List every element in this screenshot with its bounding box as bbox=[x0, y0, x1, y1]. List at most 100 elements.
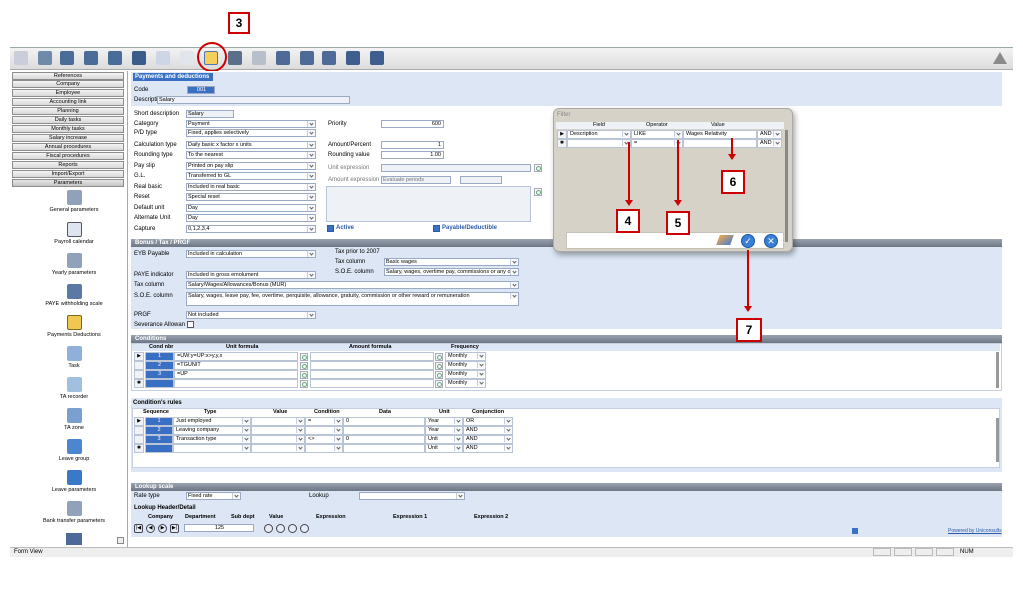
amount-formula-cell[interactable] bbox=[310, 361, 434, 370]
search-icon[interactable] bbox=[435, 362, 443, 370]
chevron-down-icon[interactable] bbox=[242, 445, 250, 451]
type-cell[interactable]: Just employed bbox=[173, 417, 251, 426]
frequency-cell[interactable]: Monthly bbox=[445, 370, 486, 379]
nav-fiscal-procedures[interactable]: Fiscal procedures bbox=[12, 152, 124, 160]
conjunction-cell[interactable]: AND bbox=[463, 435, 513, 444]
chevron-down-icon[interactable] bbox=[307, 130, 315, 136]
row-selector[interactable] bbox=[134, 370, 144, 379]
real-basic-select[interactable]: Included in real basic bbox=[186, 183, 316, 191]
lock-icon[interactable] bbox=[264, 524, 273, 533]
cond-nbr-cell[interactable]: 1 bbox=[145, 352, 174, 361]
data-cell[interactable]: 0 bbox=[343, 435, 425, 444]
row-selector[interactable]: ▶ bbox=[134, 352, 144, 361]
default-unit-select[interactable]: Day bbox=[186, 204, 316, 212]
chevron-down-icon[interactable] bbox=[510, 282, 518, 288]
filter-scrollbar[interactable] bbox=[785, 130, 788, 242]
chevron-down-icon[interactable] bbox=[334, 445, 342, 451]
nav-planning[interactable]: Planning bbox=[12, 107, 124, 115]
nav-ta-recorder[interactable]: TA recorder bbox=[24, 377, 124, 400]
chevron-down-icon[interactable] bbox=[477, 380, 485, 386]
amount-formula-cell[interactable] bbox=[310, 370, 434, 379]
sequence-cell[interactable]: 3 bbox=[145, 435, 173, 444]
delete-record-icon[interactable] bbox=[108, 51, 122, 65]
filter-field-cell[interactable]: Description bbox=[567, 130, 631, 139]
paye-indicator-select[interactable]: Included in gross emolument bbox=[186, 271, 316, 279]
new-row-selector[interactable]: ✱ bbox=[134, 444, 144, 453]
chevron-down-icon[interactable] bbox=[504, 436, 512, 442]
alt-unit-select[interactable]: Day bbox=[186, 214, 316, 222]
chevron-down-icon[interactable] bbox=[510, 259, 518, 265]
chevron-down-icon[interactable] bbox=[477, 371, 485, 377]
severance-checkbox[interactable] bbox=[187, 321, 194, 328]
unit-formula-cell[interactable]: =UP bbox=[174, 370, 298, 379]
chevron-down-icon[interactable] bbox=[307, 121, 315, 127]
nav-import-export[interactable]: Import/Export bbox=[12, 170, 124, 178]
value-cell[interactable] bbox=[251, 435, 305, 444]
chevron-down-icon[interactable] bbox=[454, 427, 462, 433]
chevron-down-icon[interactable] bbox=[307, 142, 315, 148]
conditions-scrollbar[interactable] bbox=[996, 352, 999, 388]
nav-leave-group[interactable]: Leave group bbox=[24, 439, 124, 462]
unit-cell[interactable]: Unit bbox=[425, 435, 463, 444]
chevron-down-icon[interactable] bbox=[307, 312, 315, 318]
nav-company[interactable]: Company bbox=[12, 80, 124, 88]
nav-payments-deductions[interactable]: Payments Deductions bbox=[24, 315, 124, 338]
sequence-cell[interactable]: 2 bbox=[145, 426, 173, 435]
chevron-down-icon[interactable] bbox=[773, 140, 781, 146]
chevron-down-icon[interactable] bbox=[510, 293, 518, 299]
type-cell[interactable] bbox=[173, 444, 251, 453]
evaluate-periods-field[interactable]: Evaluate periods bbox=[381, 176, 451, 184]
rounding-type-select[interactable]: To the nearest bbox=[186, 151, 316, 159]
chevron-down-icon[interactable] bbox=[456, 493, 464, 499]
value-cell[interactable] bbox=[251, 444, 305, 453]
history-icon[interactable] bbox=[288, 524, 297, 533]
chevron-down-icon[interactable] bbox=[242, 436, 250, 442]
undo-icon[interactable] bbox=[156, 51, 170, 65]
tree-icon[interactable] bbox=[38, 51, 52, 65]
chevron-down-icon[interactable] bbox=[296, 436, 304, 442]
chevron-down-icon[interactable] bbox=[454, 418, 462, 424]
unit-formula-cell[interactable] bbox=[174, 379, 298, 388]
new-row-selector[interactable]: ✱ bbox=[134, 379, 144, 388]
grid-view-icon[interactable] bbox=[300, 524, 309, 533]
chevron-down-icon[interactable] bbox=[504, 445, 512, 451]
search-icon[interactable] bbox=[534, 188, 542, 196]
apply-filter-button[interactable]: ✓ bbox=[741, 234, 755, 248]
chevron-down-icon[interactable] bbox=[477, 362, 485, 368]
search-icon[interactable] bbox=[300, 353, 308, 361]
scroll-down-icon[interactable] bbox=[117, 537, 124, 544]
chevron-down-icon[interactable] bbox=[334, 427, 342, 433]
sequence-cell[interactable] bbox=[145, 444, 173, 453]
info-icon[interactable] bbox=[276, 524, 285, 533]
preview-icon[interactable] bbox=[300, 51, 314, 65]
data-cell[interactable] bbox=[343, 444, 425, 453]
unit-cell[interactable]: Year bbox=[425, 417, 463, 426]
rules-scrollbar[interactable] bbox=[996, 418, 999, 462]
record-number-field[interactable]: 125 bbox=[184, 524, 254, 532]
amount-percent-field[interactable]: 1 bbox=[381, 141, 444, 149]
soe-right-select[interactable]: Salary, wages, overtime pay, commissions… bbox=[384, 268, 519, 276]
chevron-down-icon[interactable] bbox=[454, 436, 462, 442]
rounding-value-field[interactable]: 1.00 bbox=[381, 151, 444, 159]
chevron-down-icon[interactable] bbox=[296, 445, 304, 451]
priority-field[interactable]: 600 bbox=[381, 120, 444, 128]
chevron-down-icon[interactable] bbox=[504, 418, 512, 424]
conjunction-cell[interactable]: AND bbox=[463, 426, 513, 435]
chevron-down-icon[interactable] bbox=[307, 215, 315, 221]
cancel-filter-button[interactable]: ✕ bbox=[764, 234, 778, 248]
row-selector[interactable] bbox=[134, 426, 144, 435]
category-select[interactable]: Payment bbox=[186, 120, 316, 128]
chevron-down-icon[interactable] bbox=[773, 131, 781, 137]
active-checkbox[interactable] bbox=[327, 225, 334, 232]
nav-monthly-tasks[interactable]: Monthly tasks bbox=[12, 125, 124, 133]
filter-operator-cell[interactable]: = bbox=[631, 139, 683, 148]
chevron-down-icon[interactable] bbox=[307, 184, 315, 190]
search-icon[interactable] bbox=[300, 362, 308, 370]
chevron-down-icon[interactable] bbox=[242, 418, 250, 424]
chevron-down-icon[interactable] bbox=[477, 353, 485, 359]
filter-row-selector[interactable]: ▶ bbox=[557, 130, 567, 139]
value-cell[interactable] bbox=[251, 426, 305, 435]
condition-cell[interactable]: <> bbox=[305, 435, 343, 444]
pd-type-select[interactable]: Fixed, applies selectively bbox=[186, 129, 316, 137]
nav-task[interactable]: Task bbox=[24, 346, 124, 369]
